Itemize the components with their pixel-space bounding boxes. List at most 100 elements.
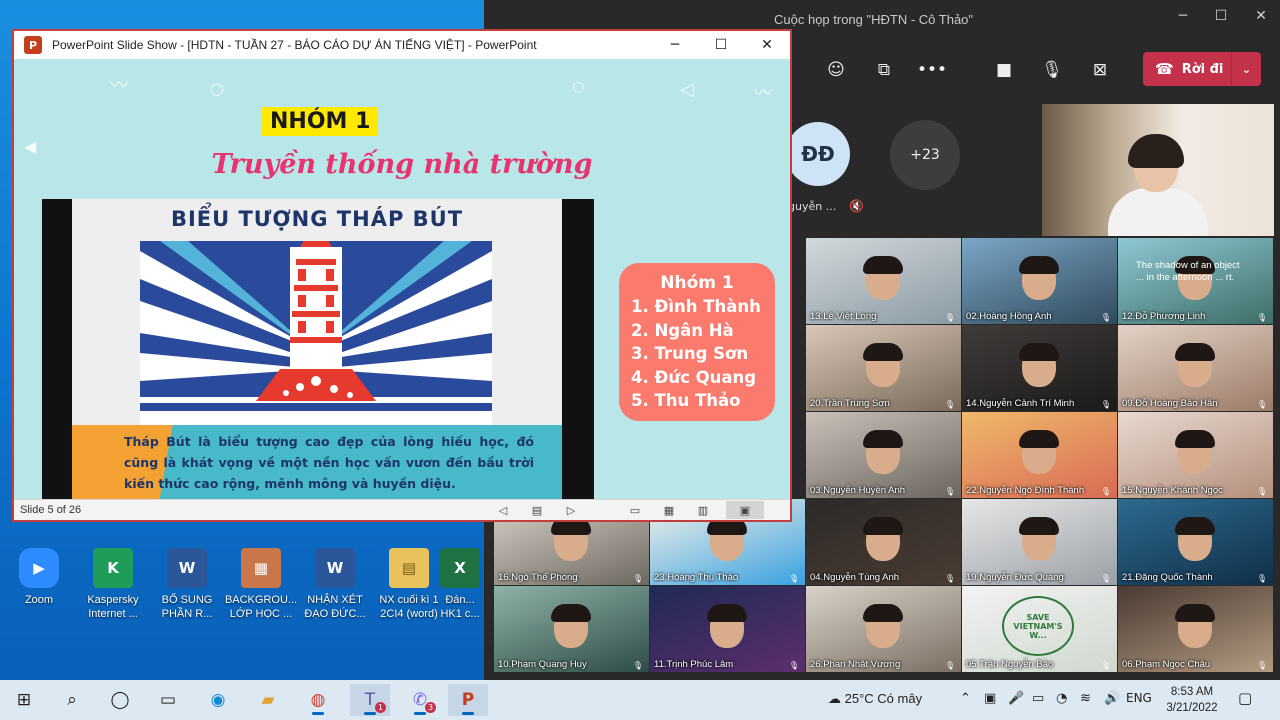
decorative-circle-icon: ○ bbox=[210, 79, 224, 98]
poster: BIỂU TƯỢNG THÁP BÚT Tháp Bút là biểu tượ… bbox=[72, 199, 562, 499]
pen-tower-illustration bbox=[140, 241, 492, 425]
reading-view-icon[interactable]: ▥ bbox=[692, 501, 714, 519]
mic-off-icon: 🔇 bbox=[849, 199, 864, 213]
meeting-title: Cuộc họp trong "HĐTN - Cô Thảo" bbox=[774, 12, 974, 27]
menu-icon[interactable]: ▤ bbox=[526, 501, 548, 519]
mic-icon: 🎙 bbox=[788, 661, 799, 670]
language-indicator[interactable]: ENG bbox=[1126, 691, 1152, 705]
close-button[interactable]: ✕ bbox=[744, 31, 790, 59]
camera-icon[interactable]: ■ bbox=[988, 56, 1020, 84]
share-icon[interactable]: ⧉ bbox=[868, 56, 900, 84]
participant-tile[interactable]: The shadow of an object ... in the after… bbox=[1118, 238, 1273, 324]
slide-canvas[interactable]: 〰 ○ ○ ◁ 〰 ◀ ﹀﹀ NHÓM 1 Truyền thống nhà t… bbox=[14, 59, 790, 499]
network-icon[interactable]: ◔ bbox=[1056, 691, 1067, 706]
participant-tile[interactable]: 03.Nguyễn Huyền Anh 🎙 bbox=[806, 412, 961, 498]
participant-hair bbox=[863, 604, 903, 622]
participant-name: 21.Đặng Quốc Thành bbox=[1122, 572, 1213, 583]
mic-icon: 🎙 bbox=[1100, 400, 1111, 409]
participant-hair bbox=[1175, 430, 1215, 448]
next-slide-icon[interactable]: ▷ bbox=[560, 501, 582, 519]
participant-tile[interactable]: 02.Hoàng Hồng Anh 🎙 bbox=[962, 238, 1117, 324]
more-participants-button[interactable]: +23 bbox=[890, 120, 960, 190]
participant-name: 02.Hoàng Hồng Anh bbox=[966, 311, 1052, 322]
display-icon[interactable]: ▭ bbox=[1032, 691, 1044, 706]
maximize-button[interactable]: ☐ bbox=[1206, 8, 1236, 24]
participant-tile[interactable]: 26.Phan Nhật Vương 🎙 bbox=[806, 586, 961, 672]
decorative-zigzag-icon: 〰 bbox=[754, 83, 772, 104]
stop-share-icon[interactable]: ⊠ bbox=[1084, 56, 1116, 84]
participant-tile[interactable]: 15.Nguyễn Khánh Ngọc 🎙 bbox=[1118, 412, 1273, 498]
minimize-button[interactable]: ─ bbox=[652, 31, 698, 59]
normal-view-icon[interactable]: ▭ bbox=[624, 501, 646, 519]
mic-icon: 🎙 bbox=[1256, 661, 1267, 670]
wifi-icon[interactable]: ≋ bbox=[1080, 691, 1091, 706]
camera-tray-icon[interactable]: ▣ bbox=[984, 691, 996, 706]
chevron-down-icon[interactable]: ⌄ bbox=[1231, 52, 1261, 86]
microphone-tray-icon[interactable]: 🎤 bbox=[1008, 691, 1024, 706]
slideshow-view-icon[interactable]: ▣ bbox=[726, 501, 764, 519]
reactions-icon[interactable]: ☺ bbox=[820, 56, 852, 84]
participant-tile[interactable]: 13.Lê Việt Long 🎙 bbox=[806, 238, 961, 324]
volume-icon[interactable]: 🔊 bbox=[1104, 691, 1120, 706]
participant-tile[interactable]: 11.Trịnh Phúc Lâm 🎙 bbox=[650, 586, 805, 672]
desktop-icon-nx-cuoi-ki[interactable]: ▤ NX cuối kì 1 2CI4 (word) bbox=[372, 548, 446, 621]
slide-subtitle: Truyền thống nhà trường bbox=[211, 149, 593, 180]
more-options-icon[interactable]: ••• bbox=[916, 56, 948, 84]
zoom-icon: ▶ bbox=[19, 548, 59, 588]
participant-hair bbox=[863, 343, 903, 361]
powerpoint-icon[interactable]: P bbox=[448, 684, 488, 716]
desktop-icon-kaspersky[interactable]: K Kaspersky Internet ... bbox=[76, 548, 150, 621]
participant-name: 15.Nguyễn Khánh Ngọc bbox=[1122, 485, 1223, 496]
avatar[interactable]: ĐĐ bbox=[786, 122, 850, 186]
participant-tile[interactable]: 19.Nguyễn Đức Quang 🎙 bbox=[962, 499, 1117, 585]
mic-icon: 🎙 bbox=[944, 313, 955, 322]
microphone-icon[interactable]: 🎙 bbox=[1036, 56, 1068, 84]
participant-tile[interactable]: 04.Nguyễn Tùng Anh 🎙 bbox=[806, 499, 961, 585]
participant-tile[interactable]: 21.Đặng Quốc Thành 🎙 bbox=[1118, 499, 1273, 585]
minimize-button[interactable]: ─ bbox=[1168, 8, 1198, 24]
leave-button[interactable]: ☎ Rời đi ⌄ bbox=[1143, 52, 1261, 86]
excel-icon: X bbox=[440, 548, 480, 588]
ppt-titlebar[interactable]: P PowerPoint Slide Show - [HDTN - TUẦN 2… bbox=[14, 31, 790, 59]
participant-tile[interactable]: 10.Phạm Quang Huy 🎙 bbox=[494, 586, 649, 672]
desktop-icon-bo-sung[interactable]: W BỔ SUNG PHẦN R... bbox=[150, 548, 224, 621]
participant-tile[interactable]: 14.Nguyễn Cảnh Trí Minh 🎙 bbox=[962, 325, 1117, 411]
mic-icon: 🎙 bbox=[1100, 313, 1111, 322]
participant-hair bbox=[1019, 343, 1059, 361]
participant-name: 20.Trần Trung Sơn bbox=[810, 398, 890, 409]
chevron-up-icon[interactable]: ⌃ bbox=[960, 691, 971, 706]
file-explorer-icon[interactable]: ▰ bbox=[248, 684, 288, 716]
desktop-icon-nhan-xet[interactable]: W NHẬN XÉT ĐẠO ĐỨC... bbox=[298, 548, 372, 621]
viber-icon[interactable]: ✆ 3 bbox=[400, 684, 440, 716]
participant-tile[interactable]: SAVE VIETNAM'S W... 05.Trần Nguyễn Bảo 🎙 bbox=[962, 586, 1117, 672]
edge-icon[interactable]: ◉ bbox=[198, 684, 238, 716]
participant-hair bbox=[551, 604, 591, 622]
participant-name: 14.Nguyễn Cảnh Trí Minh bbox=[966, 398, 1075, 409]
desktop-icon-excel[interactable]: X Đán... HK1 c... bbox=[436, 548, 484, 621]
participant-hair bbox=[1175, 604, 1215, 622]
close-button[interactable]: ✕ bbox=[1246, 8, 1276, 24]
maximize-button[interactable]: ☐ bbox=[698, 31, 744, 59]
previous-slide-icon[interactable]: ◁ bbox=[492, 501, 514, 519]
slide-sorter-icon[interactable]: ▦ bbox=[658, 501, 680, 519]
clock[interactable]: 8:53 AM 3/21/2022 bbox=[1160, 684, 1224, 716]
weather-widget[interactable]: ☁ 25°C Có mây bbox=[828, 691, 922, 707]
participant-tile[interactable]: 20.Trần Trung Sơn 🎙 bbox=[806, 325, 961, 411]
task-view-icon[interactable]: ▭ bbox=[148, 684, 188, 716]
participant-tile[interactable]: 09.Đỗ Hoàng Bảo Hân 🎙 bbox=[1118, 325, 1273, 411]
mic-icon: 🎙 bbox=[1256, 574, 1267, 583]
word-icon: W bbox=[315, 548, 355, 588]
participant-name: 19.Nguyễn Đức Quang bbox=[966, 572, 1064, 583]
search-icon[interactable]: ⌕ bbox=[52, 684, 92, 716]
notification-icon[interactable]: ▢ bbox=[1238, 689, 1252, 707]
cortana-icon[interactable]: ◯ bbox=[100, 684, 140, 716]
host-video[interactable] bbox=[1042, 104, 1274, 236]
start-icon[interactable]: ⊞ bbox=[4, 684, 44, 716]
teams-icon[interactable]: T 1 bbox=[350, 684, 390, 716]
participant-tile[interactable]: 06.Phạm Ngọc Châu 🎙 bbox=[1118, 586, 1273, 672]
participant-tile[interactable]: 22.Nguyễn Ngô Đình Thành 🎙 bbox=[962, 412, 1117, 498]
chrome-icon[interactable]: ◍ bbox=[298, 684, 338, 716]
desktop-icon-background[interactable]: ▦ BACKGROU... LỚP HỌC ... bbox=[224, 548, 298, 621]
desktop-icon-zoom[interactable]: ▶ Zoom bbox=[2, 548, 76, 607]
host-hair bbox=[1128, 134, 1184, 168]
